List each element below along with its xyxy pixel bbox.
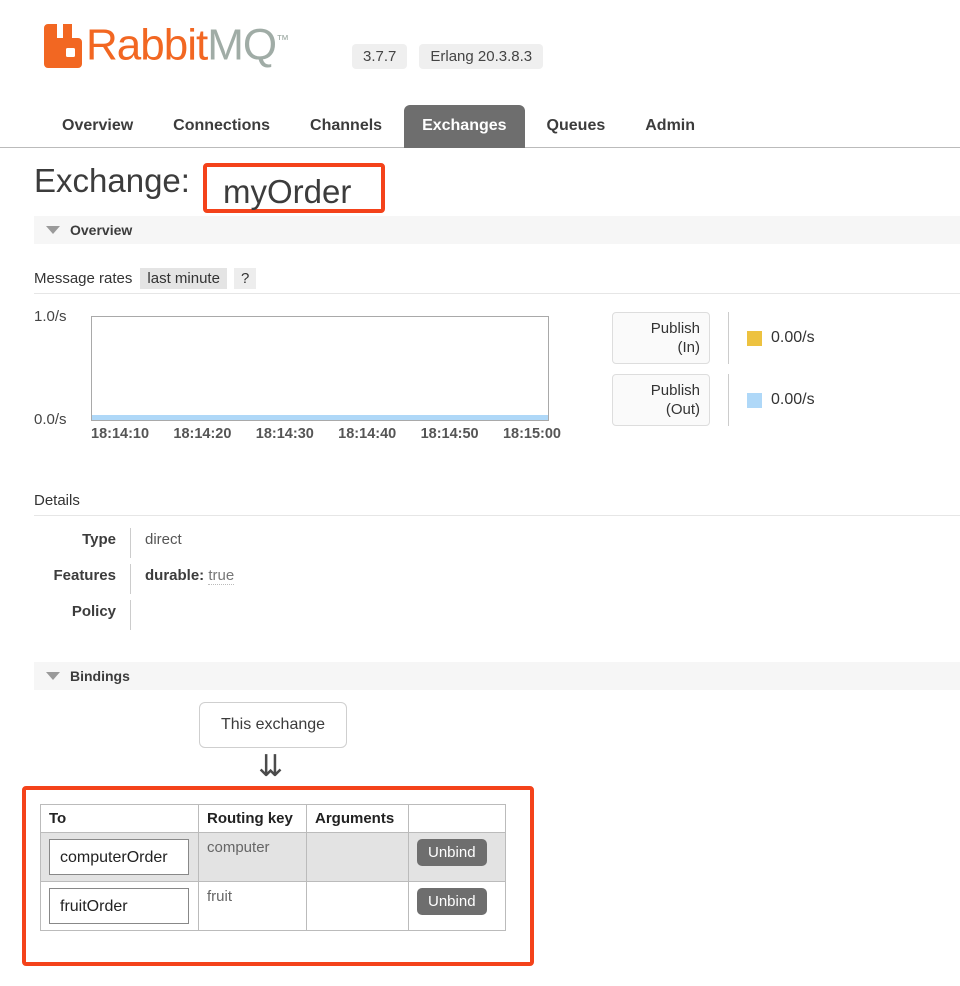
version-badges: 3.7.7 Erlang 20.3.8.3: [352, 44, 544, 69]
bindings-table: To Routing key Arguments computerOrder c…: [40, 804, 506, 931]
binding-routing-key-cell: fruit: [198, 881, 307, 931]
publish-out-button[interactable]: Publish (Out): [612, 374, 710, 426]
binding-to-cell: computerOrder: [40, 832, 199, 882]
logo-wordmark: RabbitMQ™: [86, 18, 289, 70]
binding-routing-key-cell: computer: [198, 832, 307, 882]
chevron-down-icon[interactable]: [46, 226, 60, 234]
tab-channels[interactable]: Channels: [292, 105, 400, 148]
x-tick-4: 18:14:50: [420, 426, 479, 442]
details-value-policy: [130, 600, 490, 630]
message-rates-label: Message rates: [34, 270, 133, 287]
this-exchange-node: This exchange: [199, 702, 347, 748]
tab-queues[interactable]: Queues: [529, 105, 624, 148]
publish-out-color-swatch: [747, 392, 762, 408]
bindings-section-label: Bindings: [70, 668, 130, 684]
legend-divider: [728, 312, 729, 364]
details-value-features: durable: true: [130, 564, 490, 594]
x-axis-tick-labels: 18:14:10 18:14:20 18:14:30 18:14:40 18:1…: [91, 426, 561, 442]
binding-arguments-cell: [306, 832, 409, 882]
table-row: computerOrder computer Unbind: [40, 832, 506, 882]
publish-in-label-line1: Publish: [650, 320, 700, 337]
legend-divider: [728, 374, 729, 426]
publish-out-label-line1: Publish: [650, 382, 700, 399]
bindings-table-header-row: To Routing key Arguments: [40, 804, 506, 833]
bindings-section-header[interactable]: Bindings: [34, 662, 960, 690]
details-row-features: Features durable: true: [34, 564, 490, 594]
details-divider: [34, 515, 960, 516]
column-header-to: To: [40, 804, 199, 833]
y-axis-min-label: 0.0/s: [34, 411, 67, 428]
exchange-name-highlight-box: myOrder: [203, 163, 385, 213]
publish-in-label-line2: (In): [677, 339, 701, 356]
publish-in-rate-value: 0.00/s: [771, 329, 815, 346]
rabbitmq-version-badge: 3.7.7: [352, 44, 408, 69]
help-icon[interactable]: ?: [233, 268, 257, 289]
column-header-arguments: Arguments: [306, 804, 409, 833]
legend-row-publish-in: Publish (In) 0.00/s: [612, 312, 912, 364]
x-tick-1: 18:14:20: [173, 426, 232, 442]
logo-rabbit-text: Rabbit: [86, 20, 208, 70]
details-table: Type direct Features durable: true Polic…: [34, 528, 490, 636]
down-arrow-icon: ⇊: [258, 750, 284, 783]
table-row: fruitOrder fruit Unbind: [40, 881, 506, 931]
details-key-type: Type: [82, 531, 116, 548]
details-row-policy: Policy: [34, 600, 490, 630]
tab-admin[interactable]: Admin: [627, 105, 713, 148]
binding-action-cell: Unbind: [408, 832, 506, 882]
message-rates-toolbar: Message rates last minute ?: [34, 268, 960, 294]
publish-in-color-swatch: [747, 330, 762, 346]
app-header: RabbitMQ™ 3.7.7 Erlang 20.3.8.3: [0, 0, 960, 95]
details-title: Details: [34, 492, 80, 509]
chevron-down-icon[interactable]: [46, 672, 60, 680]
chart-legend: Publish (In) 0.00/s Publish (Out) 0.00/s: [612, 312, 912, 436]
x-tick-5: 18:15:00: [502, 426, 561, 442]
details-key-policy: Policy: [71, 603, 116, 620]
publish-out-series-line: [92, 415, 548, 420]
details-value-type: direct: [130, 528, 490, 558]
period-selector-chip[interactable]: last minute: [140, 268, 227, 289]
binding-action-cell: Unbind: [408, 881, 506, 931]
tab-overview[interactable]: Overview: [44, 105, 151, 148]
tab-exchanges[interactable]: Exchanges: [404, 105, 525, 148]
logo-trademark: ™: [276, 32, 289, 47]
logo-mq-text: MQ: [207, 20, 277, 70]
binding-arguments-cell: [306, 881, 409, 931]
details-row-type: Type direct: [34, 528, 490, 558]
legend-row-publish-out: Publish (Out) 0.00/s: [612, 374, 912, 426]
unbind-button[interactable]: Unbind: [417, 839, 487, 866]
exchange-name-text: myOrder: [223, 173, 352, 210]
erlang-version-badge: Erlang 20.3.8.3: [419, 44, 544, 69]
tab-connections[interactable]: Connections: [155, 105, 288, 148]
queue-link-computerOrder[interactable]: computerOrder: [49, 839, 189, 875]
details-key-features: Features: [53, 567, 116, 584]
x-tick-2: 18:14:30: [255, 426, 314, 442]
rabbitmq-logo[interactable]: RabbitMQ™: [44, 18, 289, 70]
publish-out-rate-value: 0.00/s: [771, 391, 815, 408]
publish-out-label-line2: (Out): [665, 401, 700, 418]
x-tick-3: 18:14:40: [338, 426, 397, 442]
chart-plot-area: [91, 316, 549, 421]
unbind-button[interactable]: Unbind: [417, 888, 487, 915]
overview-section-label: Overview: [70, 222, 133, 238]
y-axis-max-label: 1.0/s: [34, 308, 67, 325]
queue-link-fruitOrder[interactable]: fruitOrder: [49, 888, 189, 924]
rabbit-logo-icon: [44, 22, 82, 68]
feature-key-durable: durable:: [145, 567, 205, 584]
column-header-actions: [408, 804, 506, 833]
x-tick-0: 18:14:10: [91, 426, 150, 442]
publish-in-button[interactable]: Publish (In): [612, 312, 710, 364]
message-rates-chart: 1.0/s 0.0/s 18:14:10 18:14:20 18:14:30 1…: [34, 308, 594, 443]
feature-value-durable: true: [208, 567, 235, 585]
binding-to-cell: fruitOrder: [40, 881, 199, 931]
overview-section-header[interactable]: Overview: [34, 216, 960, 244]
column-header-routing-key: Routing key: [198, 804, 307, 833]
main-navigation-tabs: Overview Connections Channels Exchanges …: [0, 100, 960, 148]
rabbitmq-management-page: RabbitMQ™ 3.7.7 Erlang 20.3.8.3 Overview…: [0, 0, 960, 986]
page-title-prefix: Exchange:: [34, 162, 190, 199]
